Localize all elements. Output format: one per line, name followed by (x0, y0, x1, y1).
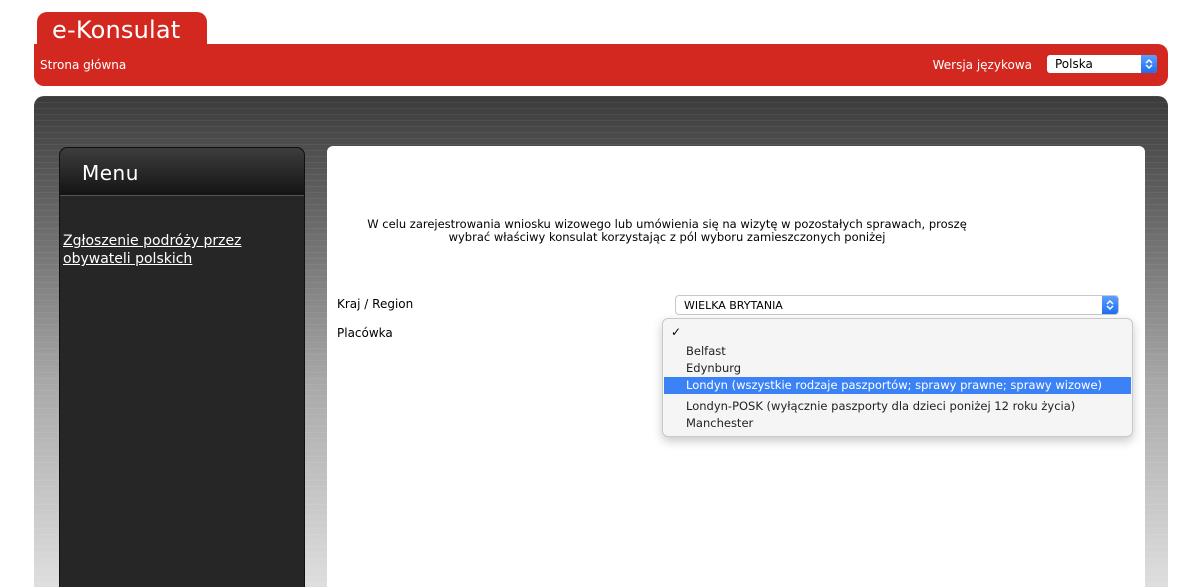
home-link[interactable]: Strona główna (40, 58, 126, 72)
country-select[interactable]: WIELKA BRYTANIA (675, 295, 1119, 315)
chevron-up-down-icon (1102, 296, 1118, 314)
dropdown-option-manchester[interactable]: Manchester (664, 415, 1131, 432)
checkmark-icon: ✓ (671, 325, 682, 339)
menu-title: Menu (82, 161, 139, 185)
dropdown-option-belfast[interactable]: Belfast (664, 343, 1131, 360)
country-select-value: WIELKA BRYTANIA (684, 299, 783, 312)
logo-tab: e-Konsulat (37, 12, 207, 48)
dropdown-option-londyn-posk[interactable]: Londyn-POSK (wyłącznie paszporty dla dzi… (664, 398, 1131, 415)
post-dropdown-menu[interactable]: ✓ Belfast Edynburg Londyn (wszystkie rod… (662, 318, 1133, 437)
country-label: Kraj / Region (337, 297, 414, 311)
sidebar-item-travel-registration[interactable]: Zgłoszenie podróży przez obywateli polsk… (63, 232, 293, 268)
logo: e-Konsulat (52, 16, 181, 44)
intro-line-2: wybrać właściwy konsulat korzystając z p… (448, 230, 886, 244)
intro-text: W celu zarejestrowania wniosku wizowego … (327, 218, 1007, 244)
sidebar: Menu Zgłoszenie podróży przez obywateli … (59, 147, 305, 587)
dropdown-option-londyn[interactable]: Londyn (wszystkie rodzaje paszportów; sp… (664, 377, 1131, 394)
chevron-up-down-icon (1141, 55, 1157, 73)
language-select[interactable]: Polska (1047, 55, 1157, 73)
header-bar: Strona główna Wersja językowa Polska (34, 44, 1168, 86)
dropdown-option-edynburg[interactable]: Edynburg (664, 360, 1131, 377)
language-select-value: Polska (1055, 57, 1093, 71)
language-label: Wersja językowa (932, 58, 1032, 72)
post-label: Placówka (337, 326, 393, 340)
